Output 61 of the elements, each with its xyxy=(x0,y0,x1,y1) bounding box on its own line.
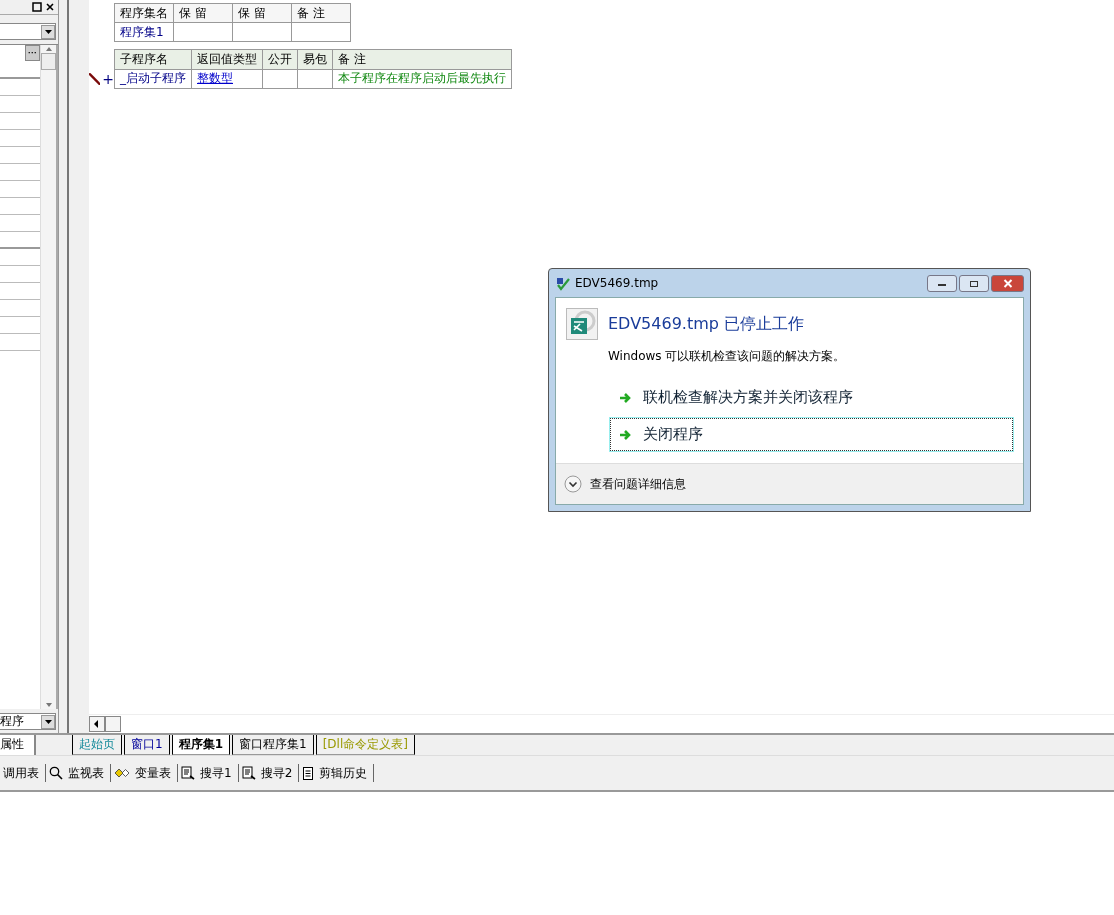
column-header: 子程序名 xyxy=(114,49,192,69)
scroll-left-icon[interactable] xyxy=(89,716,105,732)
arrow-icon xyxy=(619,428,633,441)
editor-tab[interactable]: 程序集1 xyxy=(171,735,230,755)
column-header: 易包 xyxy=(297,49,333,69)
editor-tab[interactable]: 起始页 xyxy=(72,735,122,755)
table-cell: 本子程序在程序启动后最先执行 xyxy=(332,69,512,89)
toolbar-button[interactable]: 搜寻2 xyxy=(238,764,300,782)
toolbar-button[interactable]: 调用表 xyxy=(0,764,46,782)
search-icon xyxy=(49,766,63,780)
pencil-icon xyxy=(89,72,101,86)
dialog-heading: EDV5469.tmp 已停止工作 xyxy=(608,313,804,335)
column-header: 返回值类型 xyxy=(191,49,263,69)
toolbar-button[interactable]: 监视表 xyxy=(46,764,111,782)
column-header: 保 留 xyxy=(173,3,233,23)
splitter-bar[interactable] xyxy=(58,0,69,733)
close-button[interactable] xyxy=(991,275,1024,292)
toolbar-button[interactable]: 搜寻1 xyxy=(178,764,239,782)
column-header: 公开 xyxy=(262,49,298,69)
type-dropdown[interactable]: 程序 xyxy=(0,713,56,730)
table-cell: 程序集1 xyxy=(114,22,174,42)
table-cell xyxy=(262,69,298,89)
maximize-icon[interactable] xyxy=(32,2,42,12)
table-cell xyxy=(232,22,292,42)
properties-tab[interactable]: 属性 xyxy=(0,735,36,755)
window-title: EDV5469.tmp xyxy=(575,276,660,290)
diamonds-icon xyxy=(114,767,130,779)
column-header: 保 留 xyxy=(232,3,292,23)
dialog-message: Windows 可以联机检查该问题的解决方案。 xyxy=(608,348,847,365)
document-search-icon xyxy=(241,766,256,780)
table-cell xyxy=(297,69,333,89)
maximize-button[interactable] xyxy=(959,275,989,292)
chevron-icon xyxy=(564,475,582,493)
toolbar-button[interactable]: 变量表 xyxy=(111,764,178,782)
dropdown-value: 程序 xyxy=(0,713,24,730)
minimize-button[interactable] xyxy=(927,275,957,292)
command-link[interactable]: 关闭程序 xyxy=(610,418,1013,451)
editor-tab[interactable]: 窗口程序集1 xyxy=(232,735,314,755)
program-icon xyxy=(566,308,598,340)
more-button[interactable]: ··· xyxy=(25,45,40,61)
table-cell xyxy=(173,22,233,42)
column-header: 备 注 xyxy=(291,3,351,23)
table-cell: 整数型 xyxy=(191,69,263,89)
details-toggle[interactable]: 查看问题详细信息 xyxy=(564,475,686,493)
scrollbar[interactable] xyxy=(40,45,58,709)
close-icon[interactable] xyxy=(45,2,55,12)
toolbar-button[interactable]: 剪辑历史 xyxy=(299,764,375,782)
app-icon xyxy=(555,275,571,291)
arrow-icon xyxy=(619,391,633,404)
document-search-icon xyxy=(181,766,195,780)
scroll-down-icon[interactable] xyxy=(43,701,54,709)
scrollbar-thumb[interactable] xyxy=(41,53,56,70)
table-cell xyxy=(291,22,351,42)
editor-tab[interactable]: 窗口1 xyxy=(124,735,170,755)
column-header: 程序集名 xyxy=(114,3,174,23)
close-icon xyxy=(1002,279,1013,288)
table-cell: _启动子程序 xyxy=(114,69,192,89)
maximize-icon xyxy=(969,279,979,288)
document-icon xyxy=(302,766,315,780)
column-header: 备 注 xyxy=(332,49,512,69)
expand-marker[interactable]: + xyxy=(102,70,114,88)
